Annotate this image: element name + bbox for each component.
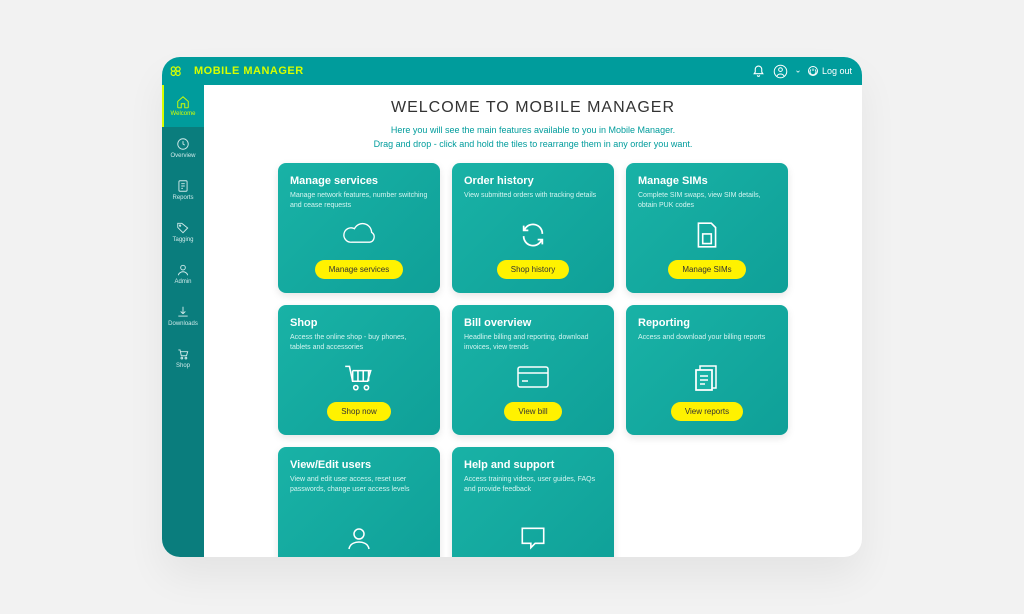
report-icon [176,179,190,193]
page-subtitle-1: Here you will see the main features avai… [226,125,840,135]
download-icon [176,305,190,319]
sidebar-item-label: Reports [172,195,193,201]
sidebar-item-reports[interactable]: Reports [162,169,204,211]
tile-help-support[interactable]: Help and support Access training videos,… [452,447,614,557]
tile-title: Help and support [464,459,554,471]
sidebar-item-label: Tagging [172,237,193,243]
tile-button[interactable]: Manage SIMs [668,260,745,279]
sidebar-item-overview[interactable]: Overview [162,127,204,169]
card-icon [516,362,550,392]
tile-title: Shop [290,317,318,329]
refresh-icon [519,220,547,250]
tile-view-edit-users[interactable]: View/Edit users View and edit user acces… [278,447,440,557]
users-icon [344,523,374,553]
tile-desc: Manage network features, number switchin… [290,191,428,211]
tile-shop[interactable]: Shop Access the online shop - buy phones… [278,305,440,435]
tile-grid: Manage services Manage network features,… [226,163,840,557]
topbar: MOBILE MANAGER Log out [162,57,862,85]
tile-manage-sims[interactable]: Manage SIMs Complete SIM swaps, view SIM… [626,163,788,293]
help-icon [518,523,548,553]
user-icon [176,263,190,277]
reports-icon [692,362,722,392]
app-title: MOBILE MANAGER [194,65,304,77]
sidebar: Welcome Overview Reports Tagging Admin [162,85,204,557]
sidebar-item-label: Shop [176,363,190,369]
tile-button[interactable]: Shop now [327,402,391,421]
sidebar-item-shop[interactable]: Shop [162,337,204,379]
tag-icon [176,221,190,235]
sidebar-item-label: Welcome [171,111,196,117]
sidebar-item-label: Overview [170,153,195,159]
tile-bill-overview[interactable]: Bill overview Headline billing and repor… [452,305,614,435]
tile-desc: View submitted orders with tracking deta… [464,191,596,201]
tile-title: Manage services [290,175,378,187]
tile-title: Manage SIMs [638,175,708,187]
clock-icon [176,137,190,151]
sidebar-item-label: Downloads [168,321,198,327]
tile-desc: Headline billing and reporting, download… [464,333,602,353]
page-title: WELCOME TO MOBILE MANAGER [226,99,840,117]
sidebar-item-admin[interactable]: Admin [162,253,204,295]
tile-button[interactable]: Shop history [497,260,569,279]
power-icon [807,65,819,77]
tile-title: View/Edit users [290,459,371,471]
tile-desc: View and edit user access, reset user pa… [290,475,428,495]
main-content: WELCOME TO MOBILE MANAGER Here you will … [204,85,862,557]
tile-desc: Access training videos, user guides, FAQ… [464,475,602,495]
chevron-down-icon[interactable] [795,63,801,79]
logout-label: Log out [822,66,852,76]
sidebar-item-welcome[interactable]: Welcome [162,85,204,127]
tile-desc: Access the online shop - buy phones, tab… [290,333,428,353]
cart-large-icon [342,362,376,392]
home-icon [176,95,190,109]
tile-button[interactable]: View reports [671,402,743,421]
profile-icon[interactable] [773,63,789,79]
tile-title: Order history [464,175,534,187]
sidebar-item-label: Admin [174,279,191,285]
bell-icon[interactable] [751,63,767,79]
tile-button[interactable]: Manage services [315,260,403,279]
brand-logo [170,65,186,77]
tile-order-history[interactable]: Order history View submitted orders with… [452,163,614,293]
tile-title: Bill overview [464,317,531,329]
tile-manage-services[interactable]: Manage services Manage network features,… [278,163,440,293]
tile-button[interactable]: View bill [504,402,561,421]
tile-desc: Access and download your billing reports [638,333,765,343]
sim-icon [695,220,719,250]
sidebar-item-downloads[interactable]: Downloads [162,295,204,337]
cart-icon [176,347,190,361]
logout-button[interactable]: Log out [807,65,852,77]
tile-reporting[interactable]: Reporting Access and download your billi… [626,305,788,435]
tile-title: Reporting [638,317,690,329]
device-frame: MOBILE MANAGER Log out [162,57,862,557]
tile-desc: Complete SIM swaps, view SIM details, ob… [638,191,776,211]
sidebar-item-tagging[interactable]: Tagging [162,211,204,253]
cloud-icon [341,220,377,250]
page-subtitle-2: Drag and drop - click and hold the tiles… [226,139,840,149]
